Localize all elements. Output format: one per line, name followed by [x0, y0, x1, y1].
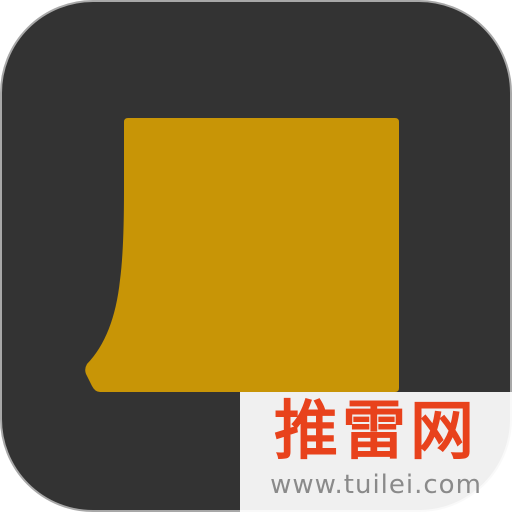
watermark-url: www.tuilei.com — [270, 470, 482, 500]
icon-canvas: 推雷网 www.tuilei.com — [0, 0, 512, 512]
sticky-note-icon — [85, 118, 399, 392]
watermark-brand: 推雷网 — [274, 395, 478, 469]
watermark: 推雷网 www.tuilei.com — [240, 392, 512, 512]
